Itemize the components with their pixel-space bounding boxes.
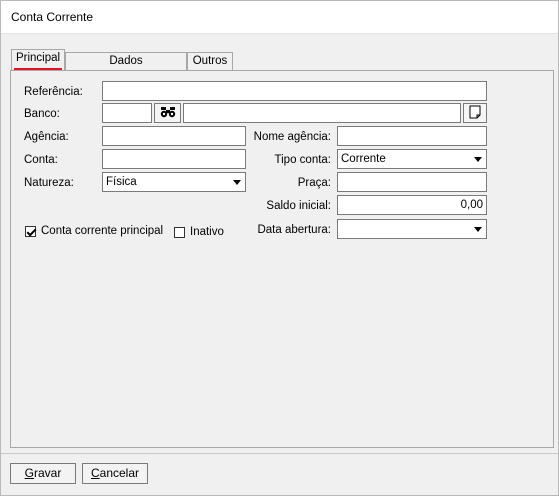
gravar-button[interactable]: Gravar [10,463,76,484]
tab-principal[interactable]: Principal [11,49,65,71]
chevron-down-icon[interactable] [470,220,486,238]
gravar-mnemonic: G [24,466,34,480]
natureza-value: Física [106,176,137,188]
checkbox-unchecked-icon[interactable] [174,226,185,238]
natureza-select[interactable]: Física [102,172,246,192]
saldo-inicial-input[interactable]: 0,00 [337,195,487,215]
banco-label: Banco: [24,108,60,120]
referencia-input[interactable] [102,81,487,101]
checkbox-checked-icon[interactable] [25,225,36,237]
saldo-inicial-label: Saldo inicial: [266,200,331,212]
inativo-label: Inativo [190,226,224,238]
agencia-input[interactable] [102,126,246,146]
dialog-footer: Gravar Cancelar [1,454,558,495]
tipo-conta-value: Corrente [341,153,386,165]
window-title: Conta Corrente [11,10,94,24]
dialog-window: Conta Corrente Principal Dados Complemen… [0,0,559,496]
tipo-conta-select[interactable]: Corrente [337,149,487,169]
binoculars-icon [160,106,176,121]
banco-search-button[interactable] [154,103,181,123]
chevron-down-icon[interactable] [229,173,245,191]
inativo-checkbox[interactable]: Inativo [174,226,224,238]
gravar-label: ravar [34,466,62,480]
cancelar-mnemonic: C [90,466,100,480]
conta-principal-checkbox[interactable]: Conta corrente principal [25,225,163,237]
cancelar-label: ancelar [99,466,140,480]
nome-agencia-input[interactable] [337,126,487,146]
cancelar-button[interactable]: Cancelar [82,463,148,484]
tab-outros[interactable]: Outros [187,52,233,70]
title-bar: Conta Corrente [1,1,558,34]
tab-outros-label: Outros [192,55,228,67]
nome-agencia-label: Nome agência: [253,131,331,143]
tab-principal-label: Principal [15,52,61,64]
data-abertura-label: Data abertura: [257,224,331,236]
banco-code-input[interactable] [102,103,152,123]
conta-label: Conta: [24,154,58,166]
praca-input[interactable] [337,172,487,192]
document-icon [469,105,481,122]
banco-name-input[interactable] [183,103,461,123]
natureza-label: Natureza: [24,177,74,189]
banco-browse-button[interactable] [463,103,487,123]
chevron-down-icon[interactable] [470,150,486,168]
referencia-label: Referência: [24,86,83,98]
conta-input[interactable] [102,149,246,169]
tab-panel-principal: Referência: Banco: Agência: Nome agência… [10,70,554,448]
data-abertura-picker[interactable] [337,219,487,239]
tipo-conta-label: Tipo conta: [274,154,331,166]
agencia-label: Agência: [24,131,69,143]
tab-dados-complementares[interactable]: Dados Complementares [65,52,187,84]
praca-label: Praça: [297,177,331,189]
conta-principal-label: Conta corrente principal [41,225,164,237]
